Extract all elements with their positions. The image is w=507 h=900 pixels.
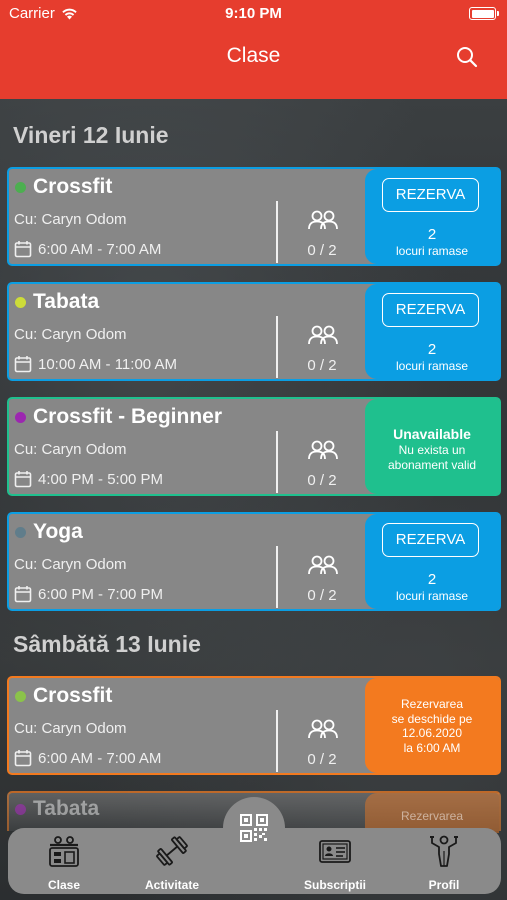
participants-count: 0 / 2 [307,751,337,768]
class-card[interactable]: Crossfit Cu: Caryn Odom 6:00 AM - 7:00 A… [7,676,501,775]
qr-code-icon[interactable] [240,814,268,842]
class-name: Tabata [33,797,100,820]
class-time: 6:00 AM - 7:00 AM [14,749,161,767]
spots-remaining: 2 [427,341,437,358]
participants-count: 0 / 2 [307,242,337,259]
reservation-opens-text: Rezervarea se deschide pe 12.06.2020 la … [369,697,495,755]
reserve-button[interactable]: REZERVA [382,178,479,212]
reserve-button[interactable]: REZERVA [382,523,479,557]
reserve-panel: REZERVA 2 locuri ramase [365,169,499,264]
participants-icon [308,325,338,345]
opens-later-panel: Rezervarea se deschide pe 12.06.2020 la … [365,678,499,773]
participants-icon [308,555,338,575]
spots-remaining-label: locuri ramase [395,359,469,373]
class-name: Yoga [33,520,83,543]
calendar-icon [14,356,32,373]
participants-icon [308,440,338,460]
class-name: Tabata [33,290,100,313]
class-time: 6:00 PM - 7:00 PM [14,585,163,603]
status-bar: Carrier 9:10 PM [0,0,507,28]
tab-activitate[interactable]: Activitate [117,834,227,892]
reserve-button[interactable]: REZERVA [382,293,479,327]
calendar-icon [14,241,32,258]
card-divider [276,316,278,378]
opens-line: Rezervarea [400,697,464,711]
dumbbell-icon [156,836,188,866]
class-color-dot [15,182,26,193]
class-time-text: 6:00 PM - 7:00 PM [38,585,164,603]
participants-icon [308,210,338,230]
header-bar: Carrier 9:10 PM Clase [0,0,507,99]
membership-card-icon [319,840,351,863]
card-divider [276,710,278,772]
class-time-text: 10:00 AM - 11:00 AM [38,355,177,373]
class-time-text: 4:00 PM - 5:00 PM [38,470,164,488]
tab-clase[interactable]: Clase [9,834,119,892]
class-time: 10:00 AM - 11:00 AM [14,355,177,373]
class-teacher: Cu: Caryn Odom [14,326,127,343]
tab-subscriptii[interactable]: Subscriptii [280,834,390,892]
unavailable-reason-line: abonament valid [387,458,477,472]
opens-line: 12.06.2020 [401,726,463,740]
search-icon[interactable] [455,45,479,69]
spots-remaining: 2 [427,226,437,243]
page-title: Clase [226,44,281,67]
calendar-icon [14,471,32,488]
calendar-icon [14,750,32,767]
battery-icon [469,7,499,20]
tab-label: Subscriptii [303,878,366,892]
class-time: 4:00 PM - 5:00 PM [14,470,163,488]
unavailable-reason-line: Nu exista un [398,443,466,457]
calendar-icon [14,586,32,603]
opens-line: se deschide pe [391,711,473,726]
card-divider [276,201,278,263]
class-teacher: Cu: Caryn Odom [14,441,127,458]
tab-label: Activitate [144,878,200,892]
participants-icon [308,719,338,739]
card-divider [276,431,278,493]
spots-remaining-label: locuri ramase [395,244,469,258]
status-time: 9:10 PM [225,5,282,22]
profile-trophy-icon [430,835,458,867]
unavailable-panel: Unavailable Nu exista un abonament valid [365,399,499,494]
participants-count: 0 / 2 [307,472,337,489]
class-color-dot [15,297,26,308]
class-color-dot [15,527,26,538]
day-header: Sâmbătă 13 Iunie [13,631,201,657]
class-name: Crossfit [33,684,113,707]
class-color-dot [15,691,26,702]
class-teacher: Cu: Caryn Odom [14,720,127,737]
class-card[interactable]: Crossfit - Beginner Cu: Caryn Odom 4:00 … [7,397,501,496]
class-teacher: Cu: Caryn Odom [14,211,127,228]
class-card[interactable]: Yoga Cu: Caryn Odom 6:00 PM - 7:00 PM 0 … [7,512,501,611]
unavailable-title: Unavailable [393,426,471,442]
day-header: Vineri 12 Iunie [13,122,169,148]
class-color-dot [15,412,26,423]
class-card[interactable]: Crossfit Cu: Caryn Odom 6:00 AM - 7:00 A… [7,167,501,266]
class-name: Crossfit [33,175,113,198]
class-time: 6:00 AM - 7:00 AM [14,240,161,258]
class-time-text: 6:00 AM - 7:00 AM [38,240,162,258]
opens-later-panel: Rezervarea [365,793,499,833]
reserve-panel: REZERVA 2 locuri ramase [365,284,499,379]
tab-label: Clase [47,878,81,892]
class-teacher: Cu: Caryn Odom [14,556,127,573]
participants-count: 0 / 2 [307,587,337,604]
spots-remaining: 2 [427,571,437,588]
reservation-opens-text: Rezervarea [400,809,464,823]
card-divider [276,546,278,608]
class-color-dot [15,804,26,815]
spots-remaining-label: locuri ramase [395,589,469,603]
class-card[interactable]: Tabata Cu: Caryn Odom 10:00 AM - 11:00 A… [7,282,501,381]
class-time-text: 6:00 AM - 7:00 AM [38,749,162,767]
tab-label: Profil [428,878,460,892]
tab-profil[interactable]: Profil [389,834,499,892]
class-name: Crossfit - Beginner [33,405,223,428]
participants-count: 0 / 2 [307,357,337,374]
opens-line: la 6:00 AM [403,740,461,755]
reserve-panel: REZERVA 2 locuri ramase [365,514,499,609]
class-schedule-icon [49,836,79,867]
unavailable-reason: Nu exista un abonament valid [365,443,499,473]
